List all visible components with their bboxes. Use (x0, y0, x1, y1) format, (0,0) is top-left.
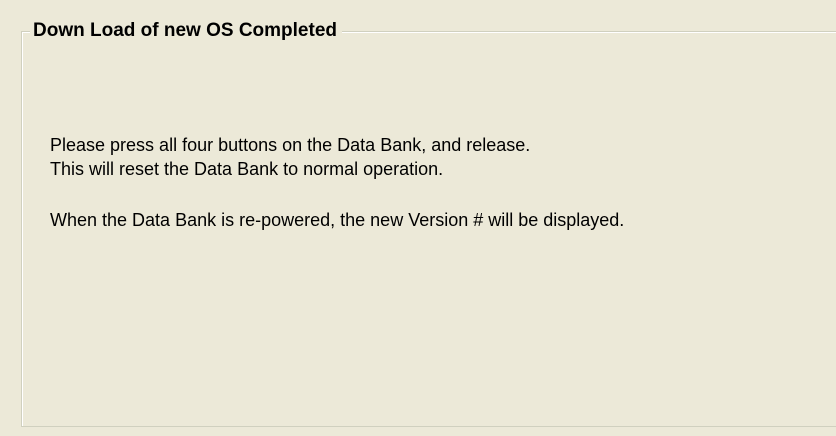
group-box-title: Down Load of new OS Completed (30, 20, 342, 42)
dialog-window: Down Load of new OS Completed Please pre… (0, 0, 836, 436)
instruction-line-press-buttons: Please press all four buttons on the Dat… (50, 135, 531, 155)
instruction-line-reset: This will reset the Data Bank to normal … (50, 159, 444, 179)
instruction-line-version: When the Data Bank is re-powered, the ne… (50, 210, 625, 230)
